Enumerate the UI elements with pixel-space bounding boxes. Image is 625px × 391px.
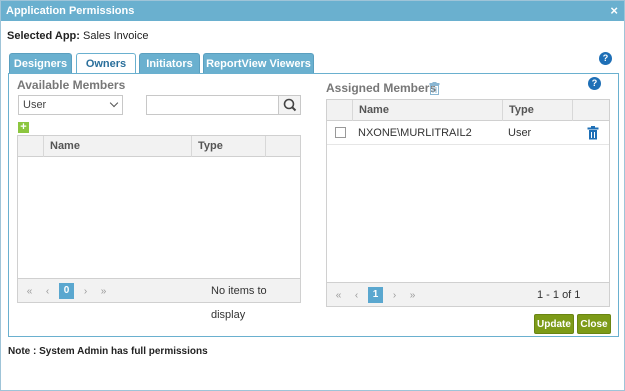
column-actions (572, 100, 610, 121)
tab-initiators[interactable]: Initiators (139, 53, 200, 73)
dialog-title: Application Permissions (6, 5, 135, 17)
selected-app-value: Sales Invoice (83, 30, 149, 42)
table-row: NXONE\MURLITRAIL2 User (327, 121, 609, 145)
last-page-button[interactable]: » (96, 284, 111, 299)
trash-icon[interactable] (429, 82, 440, 95)
add-member-icon[interactable]: + (18, 122, 29, 133)
prev-page-button[interactable]: ‹ (349, 288, 364, 303)
tab-owners[interactable]: Owners (76, 53, 136, 74)
member-name: NXONE\MURLITRAIL2 (358, 127, 472, 139)
assigned-members-title: Assigned Members (326, 81, 437, 95)
search-input[interactable] (147, 96, 277, 114)
member-search (146, 95, 301, 115)
column-name[interactable]: Name (352, 100, 502, 121)
search-icon (283, 98, 297, 112)
next-page-button[interactable]: › (78, 284, 93, 299)
selected-app: Selected App: Sales Invoice (7, 30, 148, 42)
dialog-titlebar: Application Permissions × (1, 1, 624, 21)
grid-header: Name Type (327, 100, 609, 121)
chevron-down-icon (109, 98, 119, 108)
grid-pager: « ‹ 1 › » 1 - 1 of 1 Items (327, 282, 609, 325)
member-type-value: User (23, 99, 47, 111)
tab-reportview-viewers[interactable]: ReportView Viewers (203, 53, 314, 73)
assigned-members-grid: Name Type NXONE\MURLITRAIL2 User « ‹ 1 ›… (326, 99, 610, 325)
delete-row-icon[interactable] (587, 126, 599, 140)
column-actions (265, 136, 301, 157)
pager-info: No items to display (211, 285, 267, 321)
assigned-help-icon[interactable]: ? (588, 77, 601, 90)
update-button[interactable]: Update (534, 314, 574, 334)
column-type[interactable]: Type (191, 136, 265, 157)
first-page-button[interactable]: « (22, 284, 37, 299)
next-page-button[interactable]: › (387, 288, 402, 303)
selected-app-label: Selected App: (7, 30, 80, 42)
search-button[interactable] (278, 96, 300, 114)
owners-panel: Available Members User + Name Type « ‹ 0… (8, 73, 619, 337)
available-members-title: Available Members (17, 78, 126, 92)
member-type-select[interactable]: User (18, 95, 123, 115)
permissions-note: Note : System Admin has full permissions (8, 346, 208, 357)
help-icon[interactable]: ? (599, 52, 612, 65)
prev-page-button[interactable]: ‹ (40, 284, 55, 299)
first-page-button[interactable]: « (331, 288, 346, 303)
current-page[interactable]: 0 (59, 283, 74, 299)
available-members-grid: Name Type « ‹ 0 › » No items to display (17, 135, 301, 321)
grid-pager: « ‹ 0 › » No items to display (18, 278, 300, 321)
close-icon[interactable]: × (610, 1, 618, 21)
tab-designers[interactable]: Designers (9, 53, 72, 73)
member-type: User (508, 127, 532, 139)
permissions-dialog: Application Permissions × Selected App: … (0, 0, 625, 391)
current-page[interactable]: 1 (368, 287, 383, 303)
column-type[interactable]: Type (502, 100, 572, 121)
grid-header: Name Type (18, 136, 300, 157)
last-page-button[interactable]: » (405, 288, 420, 303)
close-button[interactable]: Close (577, 314, 611, 334)
column-name[interactable]: Name (43, 136, 191, 157)
row-checkbox[interactable] (335, 127, 346, 138)
